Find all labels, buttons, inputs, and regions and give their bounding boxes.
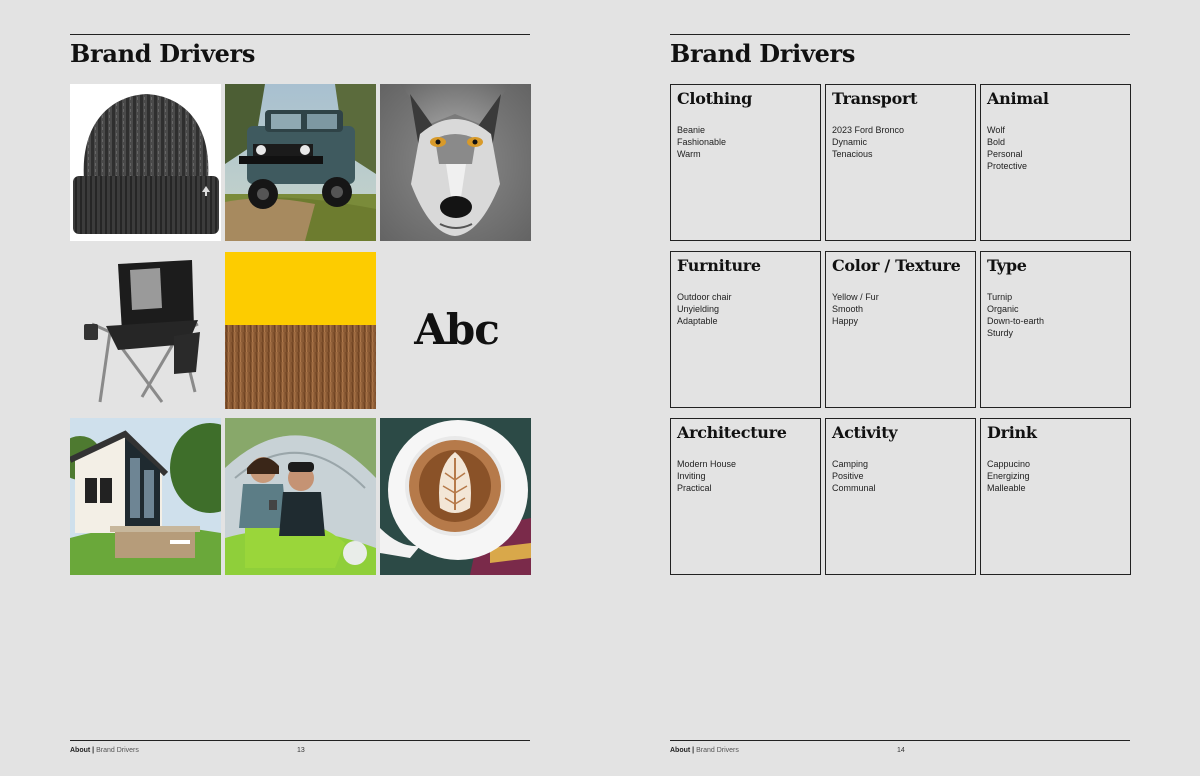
card-item: Modern House [677, 459, 737, 469]
beanie-image [70, 84, 221, 241]
left-page: Brand Drivers Abc About | Brand Drivers … [70, 0, 531, 776]
top-rule [70, 34, 530, 35]
camping-couple-image [225, 418, 376, 575]
card-item: Tenacious [832, 149, 873, 159]
card-title: Color / Texture [832, 256, 961, 275]
card-title: Activity [832, 423, 898, 442]
card-item: Camping [832, 459, 869, 469]
card-item: 2023 Ford Bronco [832, 125, 905, 135]
card-item: Communal [832, 483, 876, 493]
card-item: Happy [832, 316, 859, 326]
footer-subsection: Brand Drivers [96, 747, 139, 754]
card-title: Architecture [677, 423, 787, 442]
card-title: Transport [832, 89, 918, 108]
cappuccino-image [380, 418, 531, 575]
camping-chair-image [70, 252, 221, 409]
footer-subsection: Brand Drivers [696, 747, 739, 754]
card-list: Modern House Inviting Practical [677, 458, 814, 494]
card-item: Protective [987, 161, 1028, 171]
card-architecture: Architecture Modern House Inviting Pract… [670, 418, 821, 575]
card-item: Outdoor chair [677, 292, 732, 302]
card-furniture: Furniture Outdoor chair Unyielding Adapt… [670, 251, 821, 408]
page-number: 13 [297, 747, 305, 754]
page-title: Brand Drivers [70, 39, 256, 68]
footer-section: About [670, 747, 691, 754]
card-item: Inviting [677, 471, 706, 481]
card-item: Sturdy [987, 328, 1014, 338]
card-title: Drink [987, 423, 1037, 442]
bottom-rule [70, 740, 530, 741]
modern-house-image [70, 418, 221, 575]
top-rule [670, 34, 1130, 35]
card-list: Beanie Fashionable Warm [677, 124, 814, 160]
card-item: Yellow / Fur [832, 292, 879, 302]
card-list: Yellow / Fur Smooth Happy [832, 291, 969, 327]
card-item: Cappucino [987, 459, 1031, 469]
typeface-specimen: Abc [414, 305, 500, 354]
card-drink: Drink Cappucino Energizing Malleable [980, 418, 1131, 575]
card-list: Cappucino Energizing Malleable [987, 458, 1124, 494]
card-title: Furniture [677, 256, 761, 275]
footer-section: About [70, 747, 91, 754]
card-item: Dynamic [832, 137, 868, 147]
card-title: Type [987, 256, 1027, 275]
card-type: Type Turnip Organic Down-to-earth Sturdy [980, 251, 1131, 408]
card-title: Animal [987, 89, 1049, 108]
card-animal: Animal Wolf Bold Personal Protective [980, 84, 1131, 241]
card-list: Wolf Bold Personal Protective [987, 124, 1124, 172]
card-transport: Transport 2023 Ford Bronco Dynamic Tenac… [825, 84, 976, 241]
card-list: Outdoor chair Unyielding Adaptable [677, 291, 814, 327]
card-item: Organic [987, 304, 1019, 314]
card-item: Malleable [987, 483, 1026, 493]
card-activity: Activity Camping Positive Communal [825, 418, 976, 575]
page-number: 14 [897, 747, 905, 754]
card-item: Practical [677, 483, 712, 493]
card-item: Personal [987, 149, 1023, 159]
footer: About | Brand Drivers [70, 747, 139, 754]
card-title: Clothing [677, 89, 753, 108]
card-item: Wolf [987, 125, 1005, 135]
card-item: Unyielding [677, 304, 720, 314]
wolf-image [380, 84, 531, 241]
page-title: Brand Drivers [670, 39, 856, 68]
card-list: Camping Positive Communal [832, 458, 969, 494]
card-item: Beanie [677, 125, 706, 135]
right-page: Brand Drivers Clothing Beanie Fashionabl… [670, 0, 1131, 776]
card-color-texture: Color / Texture Yellow / Fur Smooth Happ… [825, 251, 976, 408]
card-list: 2023 Ford Bronco Dynamic Tenacious [832, 124, 969, 160]
footer: About | Brand Drivers [670, 747, 739, 754]
card-item: Fashionable [677, 137, 727, 147]
card-item: Warm [677, 149, 701, 159]
card-item: Down-to-earth [987, 316, 1045, 326]
card-list: Turnip Organic Down-to-earth Sturdy [987, 291, 1124, 339]
yellow-fur-swatch [225, 252, 376, 409]
card-item: Turnip [987, 292, 1013, 302]
card-item: Energizing [987, 471, 1030, 481]
card-item: Adaptable [677, 316, 718, 326]
bottom-rule [670, 740, 1130, 741]
card-item: Positive [832, 471, 864, 481]
card-item: Smooth [832, 304, 864, 314]
card-clothing: Clothing Beanie Fashionable Warm [670, 84, 821, 241]
card-item: Bold [987, 137, 1006, 147]
ford-bronco-image [225, 84, 376, 241]
